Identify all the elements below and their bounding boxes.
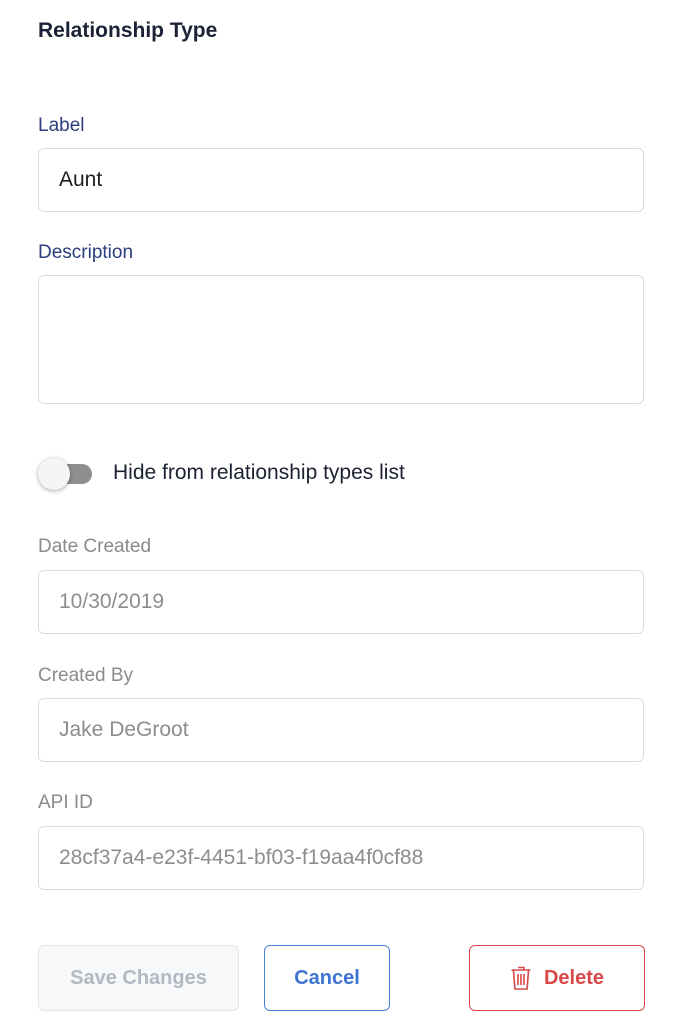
save-changes-label: Save Changes xyxy=(70,966,207,989)
created-by-field xyxy=(38,698,644,762)
cancel-label: Cancel xyxy=(294,966,360,989)
trash-icon xyxy=(510,965,532,991)
toggle-knob xyxy=(38,458,70,490)
delete-label: Delete xyxy=(543,966,605,989)
delete-button[interactable]: Delete xyxy=(469,945,645,1011)
api-id-label: API ID xyxy=(38,792,93,813)
save-changes-button[interactable]: Save Changes xyxy=(38,945,239,1011)
created-by-label: Created By xyxy=(38,665,134,686)
panel-title: Relationship Type xyxy=(38,19,218,42)
hide-toggle-switch[interactable] xyxy=(38,458,92,490)
cancel-button[interactable]: Cancel xyxy=(264,945,390,1011)
label-field-label: Label xyxy=(38,115,85,136)
date-created-label: Date Created xyxy=(38,536,152,557)
description-field-label: Description xyxy=(38,242,134,263)
api-id-field xyxy=(38,826,644,890)
hide-toggle-label[interactable]: Hide from relationship types list xyxy=(113,461,405,485)
date-created-field xyxy=(38,570,644,634)
description-textarea[interactable] xyxy=(38,275,644,404)
label-input[interactable] xyxy=(38,148,644,212)
